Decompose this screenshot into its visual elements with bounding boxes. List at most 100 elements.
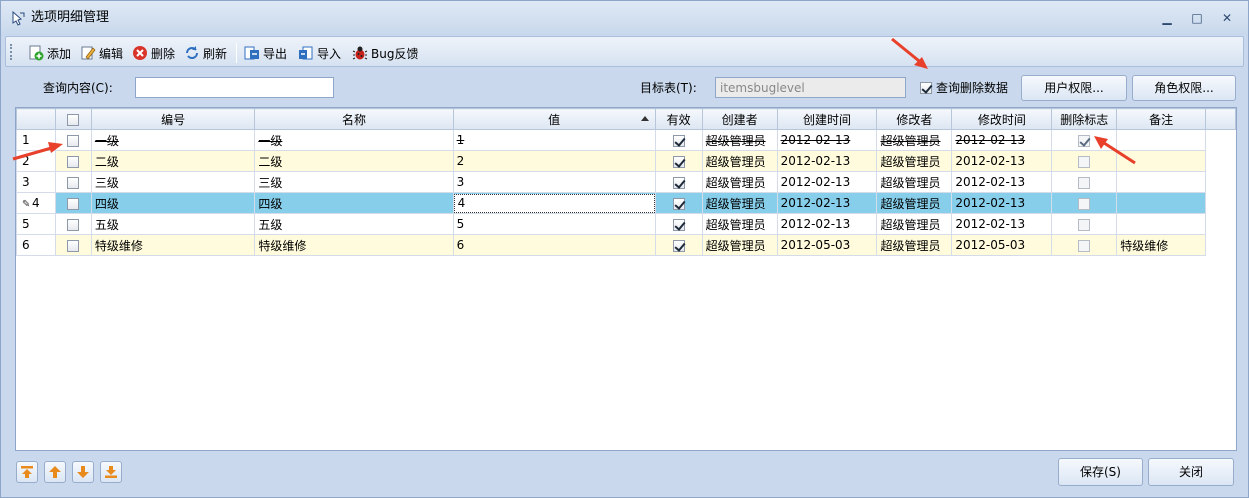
deleted-flag-checkbox[interactable]	[1078, 239, 1091, 252]
move-up-button[interactable]	[44, 461, 66, 483]
cell-create-time[interactable]: 2012-02-13	[776, 150, 878, 172]
deleted-flag-checkbox[interactable]	[1078, 134, 1091, 147]
restore-button[interactable]: □	[1190, 11, 1204, 25]
cell-valid[interactable]	[654, 150, 703, 172]
cell-creator[interactable]: 超级管理员	[701, 150, 778, 172]
cell-modify-time[interactable]: 2012-05-03	[951, 234, 1053, 256]
cell-select[interactable]	[54, 192, 92, 214]
cell-modifier[interactable]: 超级管理员	[876, 150, 953, 172]
role-permission-button[interactable]: 角色权限...	[1132, 75, 1236, 101]
valid-checkbox[interactable]	[672, 155, 685, 168]
cell-name[interactable]: 二级	[254, 150, 454, 172]
cell-modify-time[interactable]: 2012-02-13	[951, 150, 1053, 172]
close-window-button[interactable]: ✕	[1220, 11, 1234, 25]
cell-code[interactable]: 五级	[90, 213, 256, 235]
cell-note[interactable]: 特级维修	[1116, 234, 1207, 256]
table-row[interactable]: 5 五级 五级 5 超级管理员 2012-02-13 超级管理员 2012-02-13	[16, 213, 1236, 235]
cell-name[interactable]: 五级	[254, 213, 454, 235]
cell-valid[interactable]	[654, 192, 703, 214]
save-button[interactable]: 保存(S)	[1058, 458, 1143, 486]
bug-report-button[interactable]: Bug反馈	[352, 44, 418, 62]
cell-value[interactable]: 1	[452, 129, 656, 151]
cell-modify-time[interactable]: 2012-02-13	[951, 129, 1053, 151]
cell-code[interactable]: 二级	[90, 150, 256, 172]
cell-select[interactable]	[54, 213, 92, 235]
move-last-button[interactable]	[100, 461, 122, 483]
cell-valid[interactable]	[654, 234, 703, 256]
table-row[interactable]: 2 二级 二级 2 超级管理员 2012-02-13 超级管理员 2012-02-13	[16, 150, 1236, 172]
cell-modify-time[interactable]: 2012-02-13	[951, 171, 1053, 193]
cell-modifier[interactable]: 超级管理员	[876, 192, 953, 214]
cell-valid[interactable]	[654, 171, 703, 193]
cell-select[interactable]	[54, 234, 92, 256]
cell-deleted[interactable]	[1051, 192, 1118, 214]
move-first-button[interactable]	[16, 461, 38, 483]
valid-checkbox[interactable]	[672, 239, 685, 252]
row-header[interactable]: ✎ 4	[16, 192, 56, 214]
cell-deleted[interactable]	[1051, 171, 1118, 193]
cell-deleted[interactable]	[1051, 213, 1118, 235]
edit-button[interactable]: 编辑	[80, 44, 123, 62]
cell-modify-time[interactable]: 2012-02-13	[951, 192, 1053, 214]
cell-note[interactable]	[1116, 171, 1207, 193]
refresh-button[interactable]: 刷新	[184, 44, 227, 62]
value-edit-input[interactable]: 4	[454, 193, 655, 213]
cell-select[interactable]	[54, 150, 92, 172]
col-header-modifier[interactable]: 修改者	[876, 108, 953, 130]
valid-checkbox[interactable]	[672, 176, 685, 189]
cell-code[interactable]: 四级	[90, 192, 256, 214]
row-header[interactable]: 6	[16, 234, 56, 256]
cell-value[interactable]: 3	[452, 171, 656, 193]
cell-note[interactable]	[1116, 213, 1207, 235]
export-button[interactable]: 导出	[244, 44, 287, 62]
cell-note[interactable]	[1116, 150, 1207, 172]
cell-deleted[interactable]	[1051, 129, 1118, 151]
col-header-creator[interactable]: 创建者	[701, 108, 778, 130]
table-row[interactable]: ✎ 4 四级 四级 4 超级管理员 2012-02-13 超级管理员 2012-02-13	[16, 192, 1236, 214]
cell-value[interactable]: 2	[452, 150, 656, 172]
cell-select[interactable]	[54, 129, 92, 151]
deleted-flag-checkbox[interactable]	[1078, 218, 1091, 231]
cell-name[interactable]: 特级维修	[254, 234, 454, 256]
cell-name[interactable]: 一级	[254, 129, 454, 151]
col-header-deleted[interactable]: 删除标志	[1051, 108, 1118, 130]
cell-name[interactable]: 四级	[254, 192, 454, 214]
table-row[interactable]: 3 三级 三级 3 超级管理员 2012-02-13 超级管理员 2012-02-13	[16, 171, 1236, 193]
col-header-modify-time[interactable]: 修改时间	[951, 108, 1053, 130]
select-all-checkbox[interactable]	[67, 113, 80, 126]
cell-creator[interactable]: 超级管理员	[701, 213, 778, 235]
deleted-flag-checkbox[interactable]	[1078, 176, 1091, 189]
cell-create-time[interactable]: 2012-02-13	[776, 129, 878, 151]
cell-creator[interactable]: 超级管理员	[701, 234, 778, 256]
cell-create-time[interactable]: 2012-02-13	[776, 171, 878, 193]
col-header-note[interactable]: 备注	[1116, 108, 1207, 130]
cell-creator[interactable]: 超级管理员	[701, 192, 778, 214]
cell-value[interactable]: 6	[452, 234, 656, 256]
cell-select[interactable]	[54, 171, 92, 193]
cell-valid[interactable]	[654, 213, 703, 235]
row-header[interactable]: 2	[16, 150, 56, 172]
user-permission-button[interactable]: 用户权限...	[1021, 75, 1127, 101]
cell-note[interactable]	[1116, 192, 1207, 214]
cell-name[interactable]: 三级	[254, 171, 454, 193]
cell-modifier[interactable]: 超级管理员	[876, 171, 953, 193]
close-button[interactable]: 关闭	[1148, 458, 1234, 486]
cell-code[interactable]: 一级	[90, 129, 256, 151]
row-header[interactable]: 3	[16, 171, 56, 193]
cell-valid[interactable]	[654, 129, 703, 151]
table-row[interactable]: 1 一级 一级 1 超级管理员 2012-02-13 超级管理员 2012-02-13	[16, 129, 1236, 151]
cell-code[interactable]: 三级	[90, 171, 256, 193]
toolbar-grip[interactable]	[10, 44, 13, 60]
valid-checkbox[interactable]	[672, 197, 685, 210]
row-select-checkbox[interactable]	[67, 197, 80, 210]
valid-checkbox[interactable]	[672, 218, 685, 231]
cell-deleted[interactable]	[1051, 150, 1118, 172]
cell-create-time[interactable]: 2012-02-13	[776, 213, 878, 235]
row-select-checkbox[interactable]	[67, 239, 80, 252]
col-header-value[interactable]: 值	[452, 108, 656, 130]
cell-create-time[interactable]: 2012-05-03	[776, 234, 878, 256]
add-button[interactable]: 添加	[28, 44, 71, 62]
valid-checkbox[interactable]	[672, 134, 685, 147]
col-header-create-time[interactable]: 创建时间	[776, 108, 878, 130]
minimize-button[interactable]: ▁	[1160, 11, 1174, 25]
